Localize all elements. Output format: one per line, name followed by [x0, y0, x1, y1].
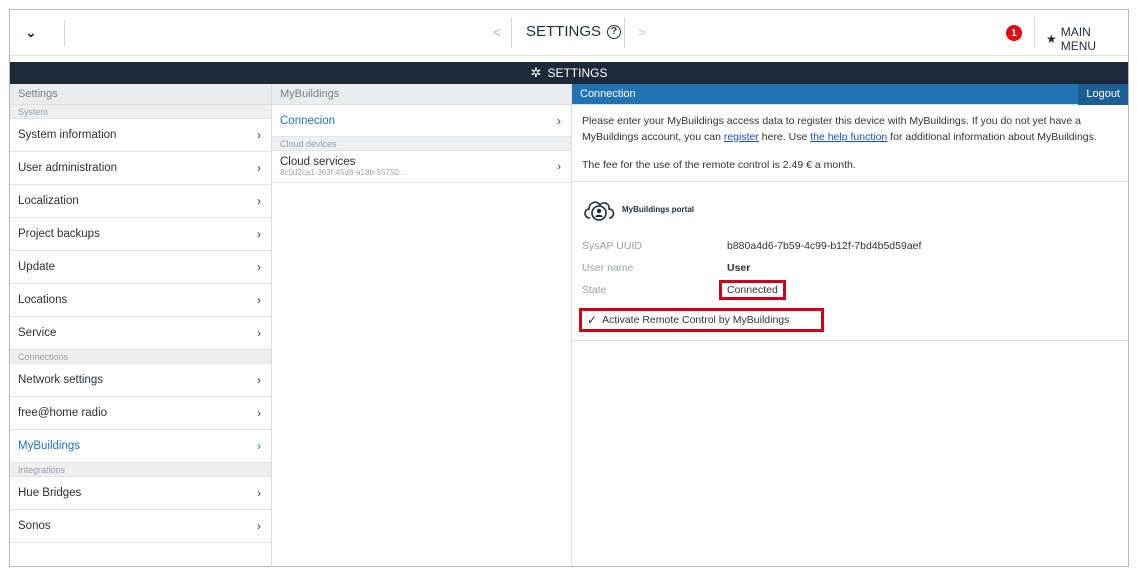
checkmark-icon: ✓ [587, 313, 598, 327]
sidebar-item-label: Sonos [18, 520, 51, 532]
sidebar-item-label: Update [18, 261, 56, 273]
notification-badge[interactable]: 1 [1006, 25, 1022, 41]
register-link[interactable]: register [724, 131, 759, 143]
main-menu-label: MAIN MENU [1060, 25, 1097, 53]
help-link[interactable]: the help function [810, 131, 887, 143]
chevron-right-icon: › [257, 293, 261, 307]
sidebar-item-system-information[interactable]: System information › [10, 119, 271, 152]
sidebar-item-label: User administration [18, 162, 118, 174]
intro-text: for additional information about MyBuild… [887, 131, 1097, 143]
top-bar: ⌄ < SETTINGS ? > 1 ★ MAIN MENU [10, 10, 1128, 56]
sidebar-item-label: Localization [18, 195, 79, 207]
help-icon[interactable]: ? [607, 24, 622, 39]
sidebar-item-free-home-radio[interactable]: free@home radio › [10, 397, 271, 430]
sidebar-item-label: Hue Bridges [18, 487, 82, 499]
chevron-right-icon: › [257, 161, 261, 175]
cloud-service-text: Cloud services 8c0d2ca1-363f-45d8-a18b-5… [280, 156, 405, 177]
sidebar-item-locations[interactable]: Locations › [10, 284, 271, 317]
chevron-right-icon: › [257, 439, 261, 453]
uuid-value: b880a4d6-7b59-4c99-b12f-7bd4b5d59aef [727, 240, 922, 252]
star-icon: ★ [1046, 32, 1057, 46]
info-text-block: Please enter your MyBuildings access dat… [572, 105, 1128, 182]
detail-heading-bar: Connection Logout [572, 83, 1128, 105]
settings-header: ✲ SETTINGS [10, 62, 1128, 84]
page-title: SETTINGS [526, 23, 602, 40]
group-label-integrations: Integrations [10, 463, 271, 477]
sidebar-item-update[interactable]: Update › [10, 251, 271, 284]
detail-heading: Connection [580, 88, 636, 100]
sidebar-item-network-settings[interactable]: Network settings › [10, 364, 271, 397]
logout-button[interactable]: Logout [1078, 83, 1128, 105]
state-value: Connected [719, 280, 786, 300]
chevron-down-icon[interactable]: ⌄ [20, 22, 42, 44]
user-row: User name User [582, 262, 1118, 274]
divider [1034, 18, 1035, 48]
sidebar-item-label: free@home radio [18, 407, 108, 419]
main-menu-button[interactable]: ★ MAIN MENU [1046, 25, 1128, 53]
cloud-user-icon [584, 201, 615, 221]
chevron-right-icon: › [257, 406, 261, 420]
checkbox-label: Activate Remote Control by MyBuildings [602, 314, 790, 326]
state-label: State [582, 284, 607, 296]
sidebar-item-mybuildings[interactable]: MyBuildings › [10, 430, 271, 463]
chevron-right-icon: › [257, 326, 261, 340]
intro-paragraph: Please enter your MyBuildings access dat… [582, 113, 1118, 145]
cloud-service-id: 8c0d2ca1-363f-45d8-a18b-55750... [280, 168, 406, 177]
chevron-right-icon: › [257, 519, 261, 533]
back-button[interactable]: < [493, 24, 501, 40]
sidebar-item-sonos[interactable]: Sonos › [10, 510, 271, 543]
mybuildings-heading: MyBuildings [272, 84, 571, 105]
group-label-system: System [10, 105, 271, 119]
sidebar-item-label: Project backups [18, 228, 100, 240]
menu-item-connection[interactable]: Connecion › [272, 105, 571, 137]
forward-button[interactable]: > [638, 24, 646, 40]
sidebar-item-label: Service [18, 327, 57, 339]
group-label-connections: Connections [10, 350, 271, 364]
intro-text: here. Use [758, 131, 811, 143]
state-row: State Connected [582, 280, 1118, 300]
user-value: User [727, 262, 751, 274]
fee-text: The fee for the use of the remote contro… [582, 159, 856, 171]
connection-detail: Connection Logout Please enter your MyBu… [572, 83, 1128, 566]
divider [624, 18, 625, 48]
sidebar-item-user-administration[interactable]: User administration › [10, 152, 271, 185]
app-window: ⌄ < SETTINGS ? > 1 ★ MAIN MENU ✲ SETTING… [9, 9, 1129, 567]
page-title-group: SETTINGS ? [526, 23, 622, 40]
uuid-row: SysAP UUID b880a4d6-7b59-4c99-b12f-7bd4b… [582, 240, 1118, 252]
sidebar-item-label: Network settings [18, 374, 104, 386]
chevron-right-icon: › [257, 373, 261, 387]
chevron-right-icon: › [257, 128, 261, 142]
sidebar-item-localization[interactable]: Localization › [10, 185, 271, 218]
portal-block: MyBuildings portal SysAP UUID b880a4d6-7… [572, 182, 1128, 341]
portal-logo: MyBuildings portal [582, 196, 1118, 222]
mybuildings-menu: MyBuildings Connecion › Cloud devices Cl… [272, 84, 572, 566]
user-label: User name [582, 262, 634, 274]
sidebar-item-hue-bridges[interactable]: Hue Bridges › [10, 477, 271, 510]
sidebar-heading: Settings [10, 84, 271, 105]
group-label-cloud-devices: Cloud devices [272, 137, 571, 151]
sidebar-item-project-backups[interactable]: Project backups › [10, 218, 271, 251]
gear-icon: ✲ [530, 65, 542, 80]
menu-item-cloud-services[interactable]: Cloud services 8c0d2ca1-363f-45d8-a18b-5… [272, 151, 571, 183]
divider [511, 18, 512, 48]
cloud-service-title: Cloud services [280, 156, 356, 168]
settings-sidebar: Settings System System information › Use… [10, 84, 272, 566]
sidebar-item-service[interactable]: Service › [10, 317, 271, 350]
sidebar-item-label: MyBuildings [18, 440, 80, 452]
divider [64, 20, 65, 46]
chevron-right-icon: › [257, 227, 261, 241]
sidebar-item-label: Locations [18, 294, 68, 306]
settings-header-title: SETTINGS [547, 66, 608, 80]
chevron-right-icon: › [257, 260, 261, 274]
chevron-right-icon: › [257, 194, 261, 208]
portal-name: MyBuildings portal [622, 204, 694, 214]
chevron-right-icon: › [557, 113, 561, 128]
uuid-label: SysAP UUID [582, 240, 642, 252]
chevron-right-icon: › [257, 486, 261, 500]
sidebar-item-label: System information [18, 129, 117, 141]
remote-control-checkbox[interactable]: ✓ Activate Remote Control by MyBuildings [579, 308, 825, 332]
chevron-right-icon: › [557, 160, 561, 173]
menu-item-label: Connecion [280, 114, 335, 127]
